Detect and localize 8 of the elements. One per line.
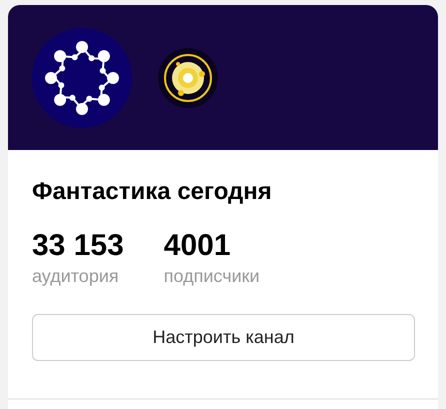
channel-title: Фантастика сегодня xyxy=(32,177,273,207)
planet-icon xyxy=(158,48,218,108)
stat-label: подписчики xyxy=(164,265,260,288)
stat-value: 4001 xyxy=(164,228,232,264)
stat-value: 33 153 xyxy=(32,228,124,264)
molecule-ring-icon xyxy=(32,28,132,128)
configure-channel-button[interactable]: Настроить канал xyxy=(32,314,415,361)
stat-label: аудитория xyxy=(32,265,120,288)
